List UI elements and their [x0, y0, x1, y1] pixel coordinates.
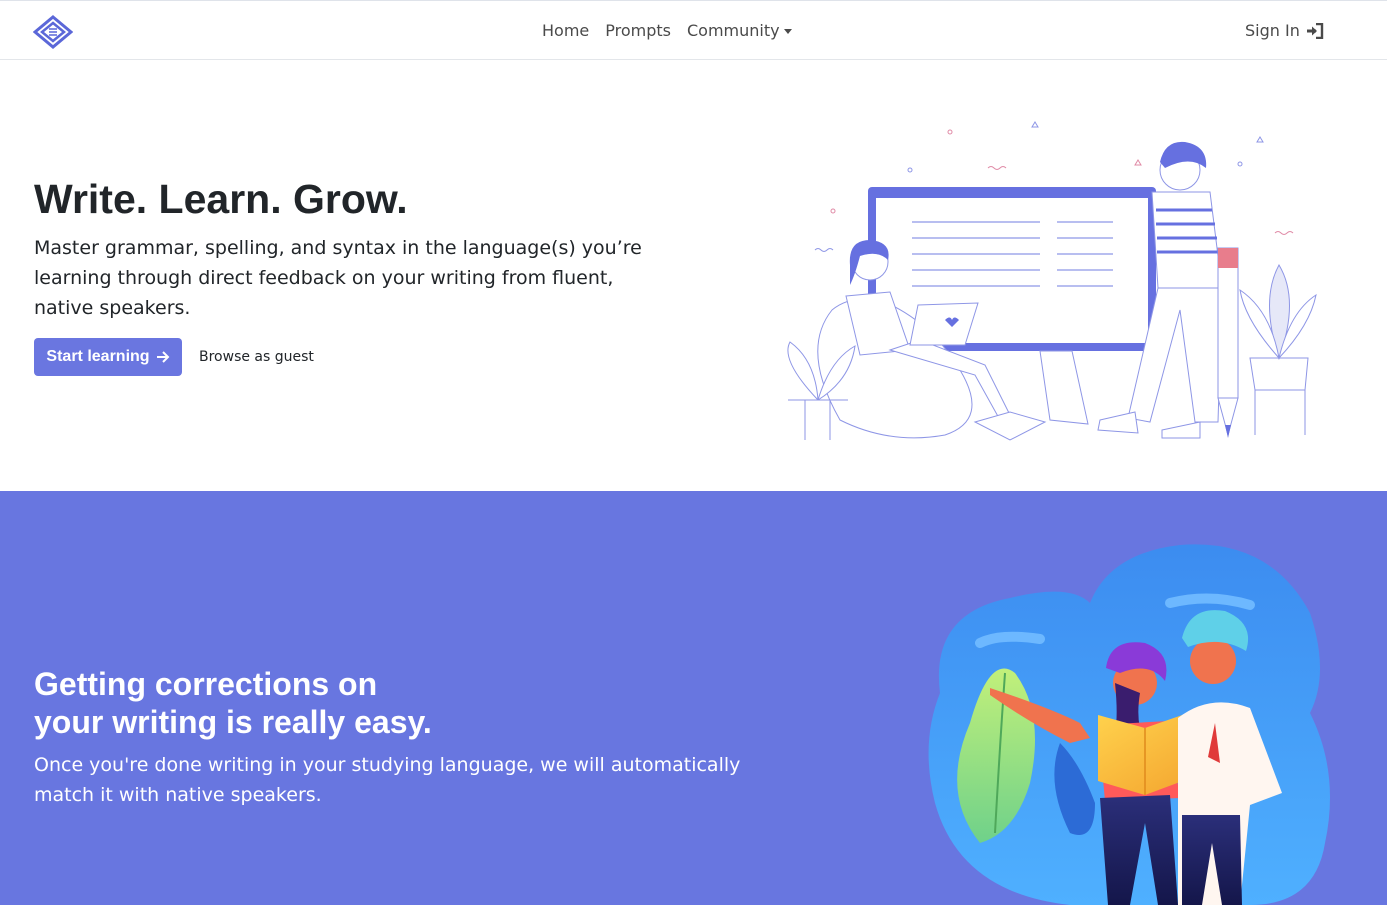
sign-in-label: Sign In	[1245, 21, 1300, 40]
hero-title: Write. Learn. Grow.	[34, 176, 408, 222]
nav-community-label: Community	[686, 21, 780, 40]
nav-prompts-link[interactable]: Prompts	[605, 21, 671, 40]
travelers-illustration	[928, 544, 1330, 905]
feature-title: Getting corrections on your writing is r…	[34, 665, 534, 741]
feature-title-line-2: your writing is really easy.	[34, 704, 432, 740]
caret-down-icon	[783, 29, 792, 34]
nav-home-link[interactable]: Home	[542, 21, 589, 40]
browse-as-guest-link[interactable]: Browse as guest	[199, 349, 314, 365]
navbar: Home Prompts Community Sign In	[0, 0, 1387, 60]
feature-title-line-1: Getting corrections on	[34, 666, 378, 702]
nav-community-dropdown[interactable]: Community	[687, 21, 792, 40]
arrow-right-icon	[156, 351, 169, 363]
feature-description: Once you're done writing in your studyin…	[34, 754, 741, 806]
start-learning-label: Start learning	[46, 348, 150, 365]
hero-description: Master grammar, spelling, and syntax in …	[34, 237, 642, 319]
sign-in-link[interactable]: Sign In	[1245, 21, 1324, 40]
diamond-logo-icon[interactable]	[33, 15, 73, 49]
start-learning-button[interactable]: Start learning	[34, 338, 182, 376]
main-nav: Home Prompts Community	[542, 21, 808, 40]
feature-section: Getting corrections on your writing is r…	[0, 491, 1387, 905]
hero-illustration	[787, 121, 1317, 441]
sign-in-icon	[1306, 22, 1324, 39]
